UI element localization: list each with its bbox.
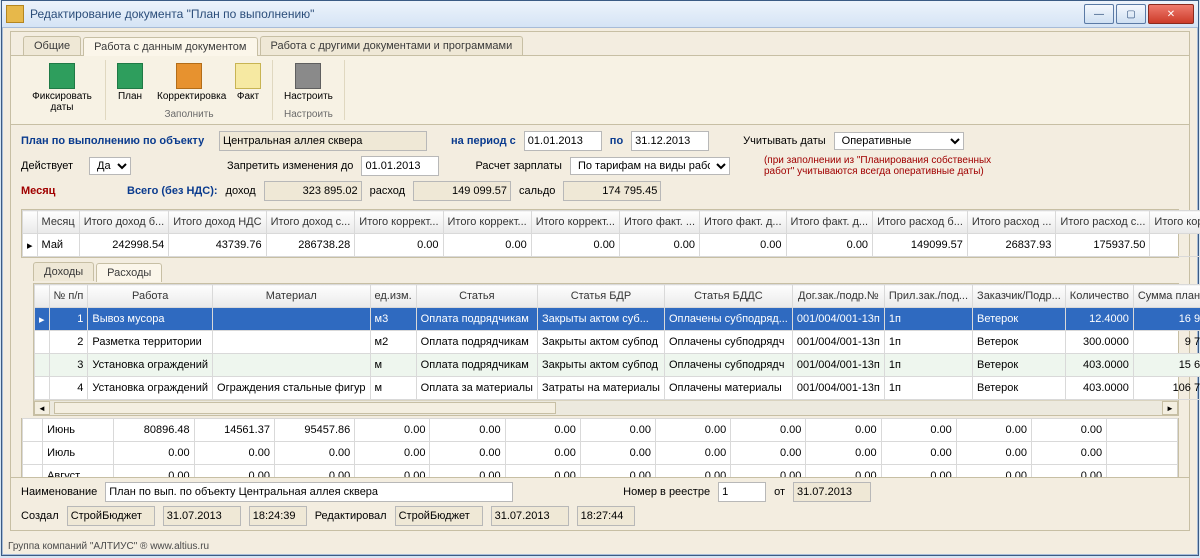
table-row[interactable]: 3Установка ограждениймОплата подрядчикам… <box>35 354 1200 377</box>
summary-grid[interactable]: МесяцИтого доход б...Итого доход НДСИтог… <box>21 209 1179 258</box>
creator-field <box>67 506 155 526</box>
balance-label: сальдо <box>519 185 555 197</box>
minimize-button[interactable]: — <box>1084 4 1114 24</box>
reg-no-label: Номер в реестре <box>623 486 710 498</box>
edited-label: Редактировал <box>315 510 387 522</box>
status-bar: Группа компаний "АЛТИУС" ® www.altius.ru <box>8 541 209 552</box>
forbid-changes-label: Запретить изменения до <box>227 160 353 172</box>
reg-date-field <box>793 482 871 502</box>
created-time-field <box>249 506 307 526</box>
forbid-changes-field[interactable] <box>361 156 439 176</box>
created-date-field <box>163 506 241 526</box>
app-window: Редактирование документа "План по выполн… <box>1 0 1199 556</box>
tab-other-docs[interactable]: Работа с другими документами и программа… <box>260 36 524 55</box>
editor-field <box>395 506 483 526</box>
detail-grid[interactable]: № п/пРаботаМатериалед.изм.СтатьяСтатья Б… <box>33 283 1179 416</box>
income-label: доход <box>226 185 256 197</box>
footer-panel: Наименование Номер в реестре от Создал Р… <box>11 477 1189 530</box>
table-row[interactable]: 4Установка огражденийОграждения стальные… <box>35 377 1200 400</box>
form-panel: План по выполнению по объекту на период … <box>11 125 1189 207</box>
edited-time-field <box>577 506 635 526</box>
active-label: Действует <box>21 160 81 172</box>
content-panel: Общие Работа с данным документом Работа … <box>10 31 1190 531</box>
expense-label: расход <box>370 185 405 197</box>
active-select[interactable]: Да <box>89 157 131 175</box>
salary-calc-select[interactable]: По тарифам на виды работ <box>570 157 730 175</box>
salary-calc-label: Расчет зарплаты <box>475 160 562 172</box>
note-text: (при заполнении из "Планирования собстве… <box>764 155 1004 177</box>
total-label: Всего (без НДС): <box>127 185 218 197</box>
name-field[interactable] <box>105 482 513 502</box>
name-label: Наименование <box>21 486 97 498</box>
month-label: Месяц <box>21 185 81 197</box>
balance-field <box>563 181 661 201</box>
calendar-gray-icon <box>295 63 321 89</box>
object-field[interactable] <box>219 131 427 151</box>
app-icon <box>6 5 24 23</box>
maximize-button[interactable]: ▢ <box>1116 4 1146 24</box>
consider-dates-label: Учитывать даты <box>743 135 825 147</box>
period-to-label: по <box>610 135 623 147</box>
table-row[interactable]: Июнь80896.4814561.3795457.860.000.000.00… <box>23 419 1178 442</box>
sub-tabs: Доходы Расходы <box>33 262 1189 281</box>
detail-scrollbar[interactable]: ◄► <box>34 400 1178 415</box>
edited-date-field <box>491 506 569 526</box>
period-from-field[interactable] <box>524 131 602 151</box>
tab-general[interactable]: Общие <box>23 36 81 55</box>
fact-button[interactable]: Факт <box>230 60 266 105</box>
subtab-expense[interactable]: Расходы <box>96 263 162 282</box>
correction-button[interactable]: Корректировка <box>152 60 226 105</box>
table-row[interactable]: ▸1Вывоз мусорам3Оплата подрядчикамЗакрыт… <box>35 308 1200 331</box>
calendar-icon <box>117 63 143 89</box>
plan-label: План по выполнению по объекту <box>21 135 211 147</box>
consider-dates-select[interactable]: Оперативные <box>834 132 964 150</box>
tab-work-doc[interactable]: Работа с данным документом <box>83 37 257 56</box>
period-to-field[interactable] <box>631 131 709 151</box>
configure-button[interactable]: Настроить <box>279 60 338 105</box>
period-from-label: на период с <box>451 135 516 147</box>
close-button[interactable]: ✕ <box>1148 4 1194 24</box>
calendar-orange-icon <box>176 63 202 89</box>
ribbon: Фиксировать даты План Корректировка Факт… <box>11 56 1189 125</box>
group-configure-label: Настроить <box>284 109 333 120</box>
table-row[interactable]: ▸Май242998.5443739.76286738.280.000.000.… <box>23 234 1200 257</box>
subtab-income[interactable]: Доходы <box>33 262 94 281</box>
income-field <box>264 181 362 201</box>
expense-field <box>413 181 511 201</box>
group-fill-label: Заполнить <box>164 109 213 120</box>
plan-button[interactable]: План <box>112 60 148 105</box>
main-tabs: Общие Работа с данным документом Работа … <box>11 32 1189 56</box>
calendar-green-icon <box>49 63 75 89</box>
sheet-icon <box>235 63 261 89</box>
table-row[interactable]: 2Разметка территориим2Оплата подрядчикам… <box>35 331 1200 354</box>
reg-from-label: от <box>774 486 785 498</box>
created-label: Создал <box>21 510 59 522</box>
titlebar[interactable]: Редактирование документа "План по выполн… <box>2 1 1198 28</box>
fix-dates-button[interactable]: Фиксировать даты <box>25 60 99 116</box>
reg-no-field[interactable] <box>718 482 766 502</box>
window-title: Редактирование документа "План по выполн… <box>30 7 1084 21</box>
table-row[interactable]: Июль0.000.000.000.000.000.000.000.000.00… <box>23 442 1178 465</box>
